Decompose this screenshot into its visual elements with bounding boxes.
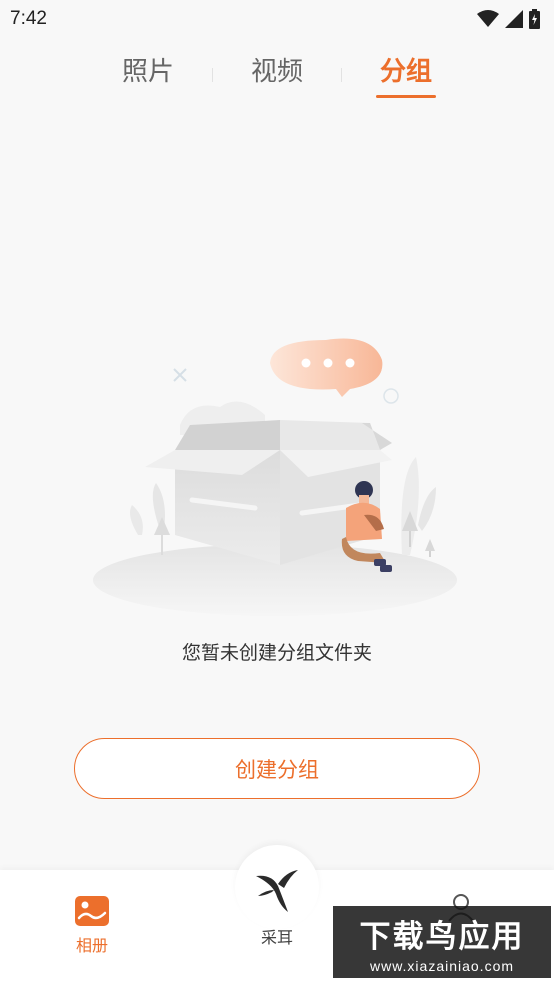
empty-box-illustration — [93, 338, 457, 616]
tab-label: 分组 — [379, 56, 432, 87]
nav-label-album: 相册 — [75, 936, 108, 955]
bird-logo-icon — [256, 870, 298, 912]
watermark-sub: www.xiazainiao.com — [369, 957, 515, 974]
tab-label: 视频 — [250, 56, 303, 87]
tab-photos[interactable]: 照片 — [84, 40, 212, 98]
status-time: 7:42 — [10, 8, 47, 29]
watermark-logo: 下载鸟应用 www.xiazainiao.com — [333, 906, 551, 978]
album-icon — [75, 896, 109, 926]
tab-groups[interactable]: 分组 — [342, 40, 470, 98]
status-icons — [477, 9, 540, 29]
signal-icon — [505, 10, 523, 28]
wifi-icon — [477, 10, 499, 27]
empty-state-message: 您暂未创建分组文件夹 — [181, 642, 372, 664]
tab-active-indicator — [376, 95, 436, 98]
create-group-button[interactable]: 创建分组 — [74, 738, 480, 799]
battery-icon — [529, 9, 540, 29]
nav-item-album[interactable]: 相册 — [60, 896, 124, 956]
create-group-label: 创建分组 — [235, 757, 319, 782]
tab-videos[interactable]: 视频 — [213, 40, 341, 98]
status-bar: 7:42 — [0, 0, 554, 38]
nav-label-ear: 采耳 — [260, 928, 293, 947]
watermark-main: 下载鸟应用 — [359, 918, 525, 955]
tab-label: 照片 — [121, 56, 174, 87]
nav-item-ear[interactable]: 采耳 — [244, 866, 310, 948]
tab-bar: 照片 视频 分组 — [0, 40, 554, 102]
